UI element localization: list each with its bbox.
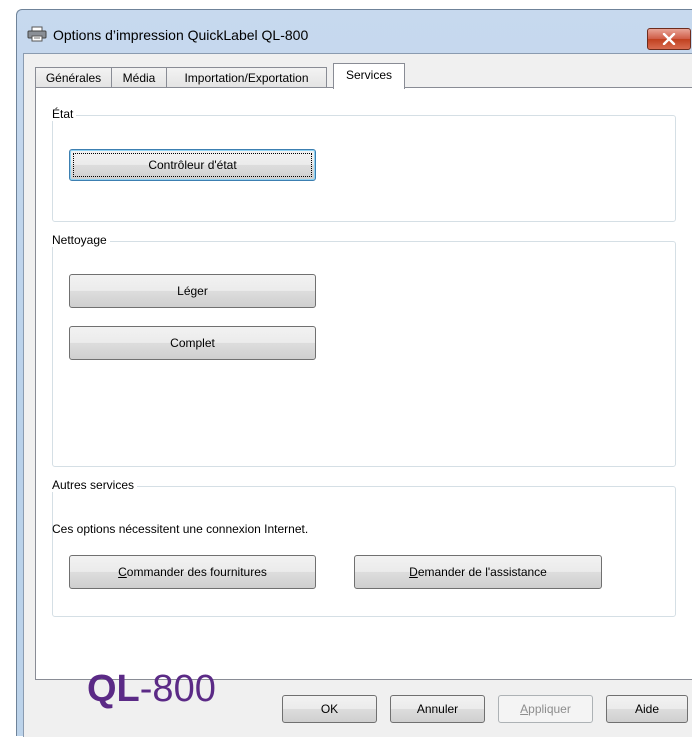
full-cleaning-button[interactable]: Complet [69, 326, 316, 360]
dialog-client-area: Générales Média Importation/Exportation … [23, 53, 692, 737]
tab-importation-exportation[interactable]: Importation/Exportation [166, 67, 327, 88]
request-support-button[interactable]: Demander de l'assistance [354, 555, 602, 589]
apply-mnemonic: A [520, 702, 529, 716]
request-support-mnemonic: D [409, 565, 418, 579]
window-title: Options d’impression QuickLabel QL-800 [53, 27, 309, 43]
other-services-group-label: Autres services [52, 478, 138, 492]
dialog-window: Options d’impression QuickLabel QL-800 G… [16, 9, 692, 737]
etat-group: État Contrôleur d'état [52, 107, 676, 222]
request-support-rest: emander de l'assistance [417, 565, 547, 579]
printer-icon [27, 26, 47, 42]
services-tab-panel: État Contrôleur d'état Nettoyage Léger C… [35, 87, 692, 710]
title-bar[interactable]: Options d’impression QuickLabel QL-800 [17, 10, 692, 50]
ok-button[interactable]: OK [282, 695, 377, 723]
close-button[interactable] [647, 28, 691, 50]
status-monitor-button[interactable]: Contrôleur d'état [69, 149, 316, 181]
order-supplies-button[interactable]: Commander des fournitures [69, 555, 316, 589]
tab-label: Importation/Exportation [184, 71, 309, 85]
apply-button[interactable]: Appliquer [498, 695, 593, 723]
ok-label: OK [320, 702, 339, 716]
apply-rest: ppliquer [528, 702, 571, 716]
help-button[interactable]: Aide [606, 695, 688, 723]
apply-label: Appliquer [499, 702, 592, 716]
tab-label: Services [345, 68, 392, 82]
tab-services[interactable]: Services [333, 63, 405, 89]
light-cleaning-button[interactable]: Léger [69, 274, 316, 308]
order-supplies-mnemonic: C [118, 565, 127, 579]
internet-required-text: Ces options nécessitent une connexion In… [52, 522, 309, 536]
logo-light: -800 [139, 668, 216, 710]
close-icon [662, 33, 676, 45]
tab-label: Média [122, 71, 156, 85]
logo-bold: QL [87, 668, 140, 710]
order-supplies-rest: ommander des fournitures [126, 565, 267, 579]
cancel-label: Annuler [416, 702, 459, 716]
full-cleaning-label: Complet [170, 336, 215, 350]
nettoyage-group-label: Nettoyage [52, 233, 110, 247]
tab-media[interactable]: Média [111, 67, 167, 88]
other-services-group: Autres services Ces options nécessitent … [52, 478, 676, 617]
ql-800-logo: QL-800 [87, 668, 216, 711]
cancel-button[interactable]: Annuler [390, 695, 485, 723]
tab-label: Générales [45, 71, 102, 85]
tab-generales[interactable]: Générales [35, 67, 112, 88]
status-monitor-label: Contrôleur d'état [148, 158, 237, 172]
help-label: Aide [634, 702, 660, 716]
request-support-label: Demander de l'assistance [355, 565, 601, 579]
order-supplies-label: Commander des fournitures [70, 565, 315, 579]
nettoyage-group: Nettoyage Léger Complet [52, 233, 676, 467]
etat-group-label: État [52, 107, 77, 121]
light-cleaning-label: Léger [177, 284, 208, 298]
